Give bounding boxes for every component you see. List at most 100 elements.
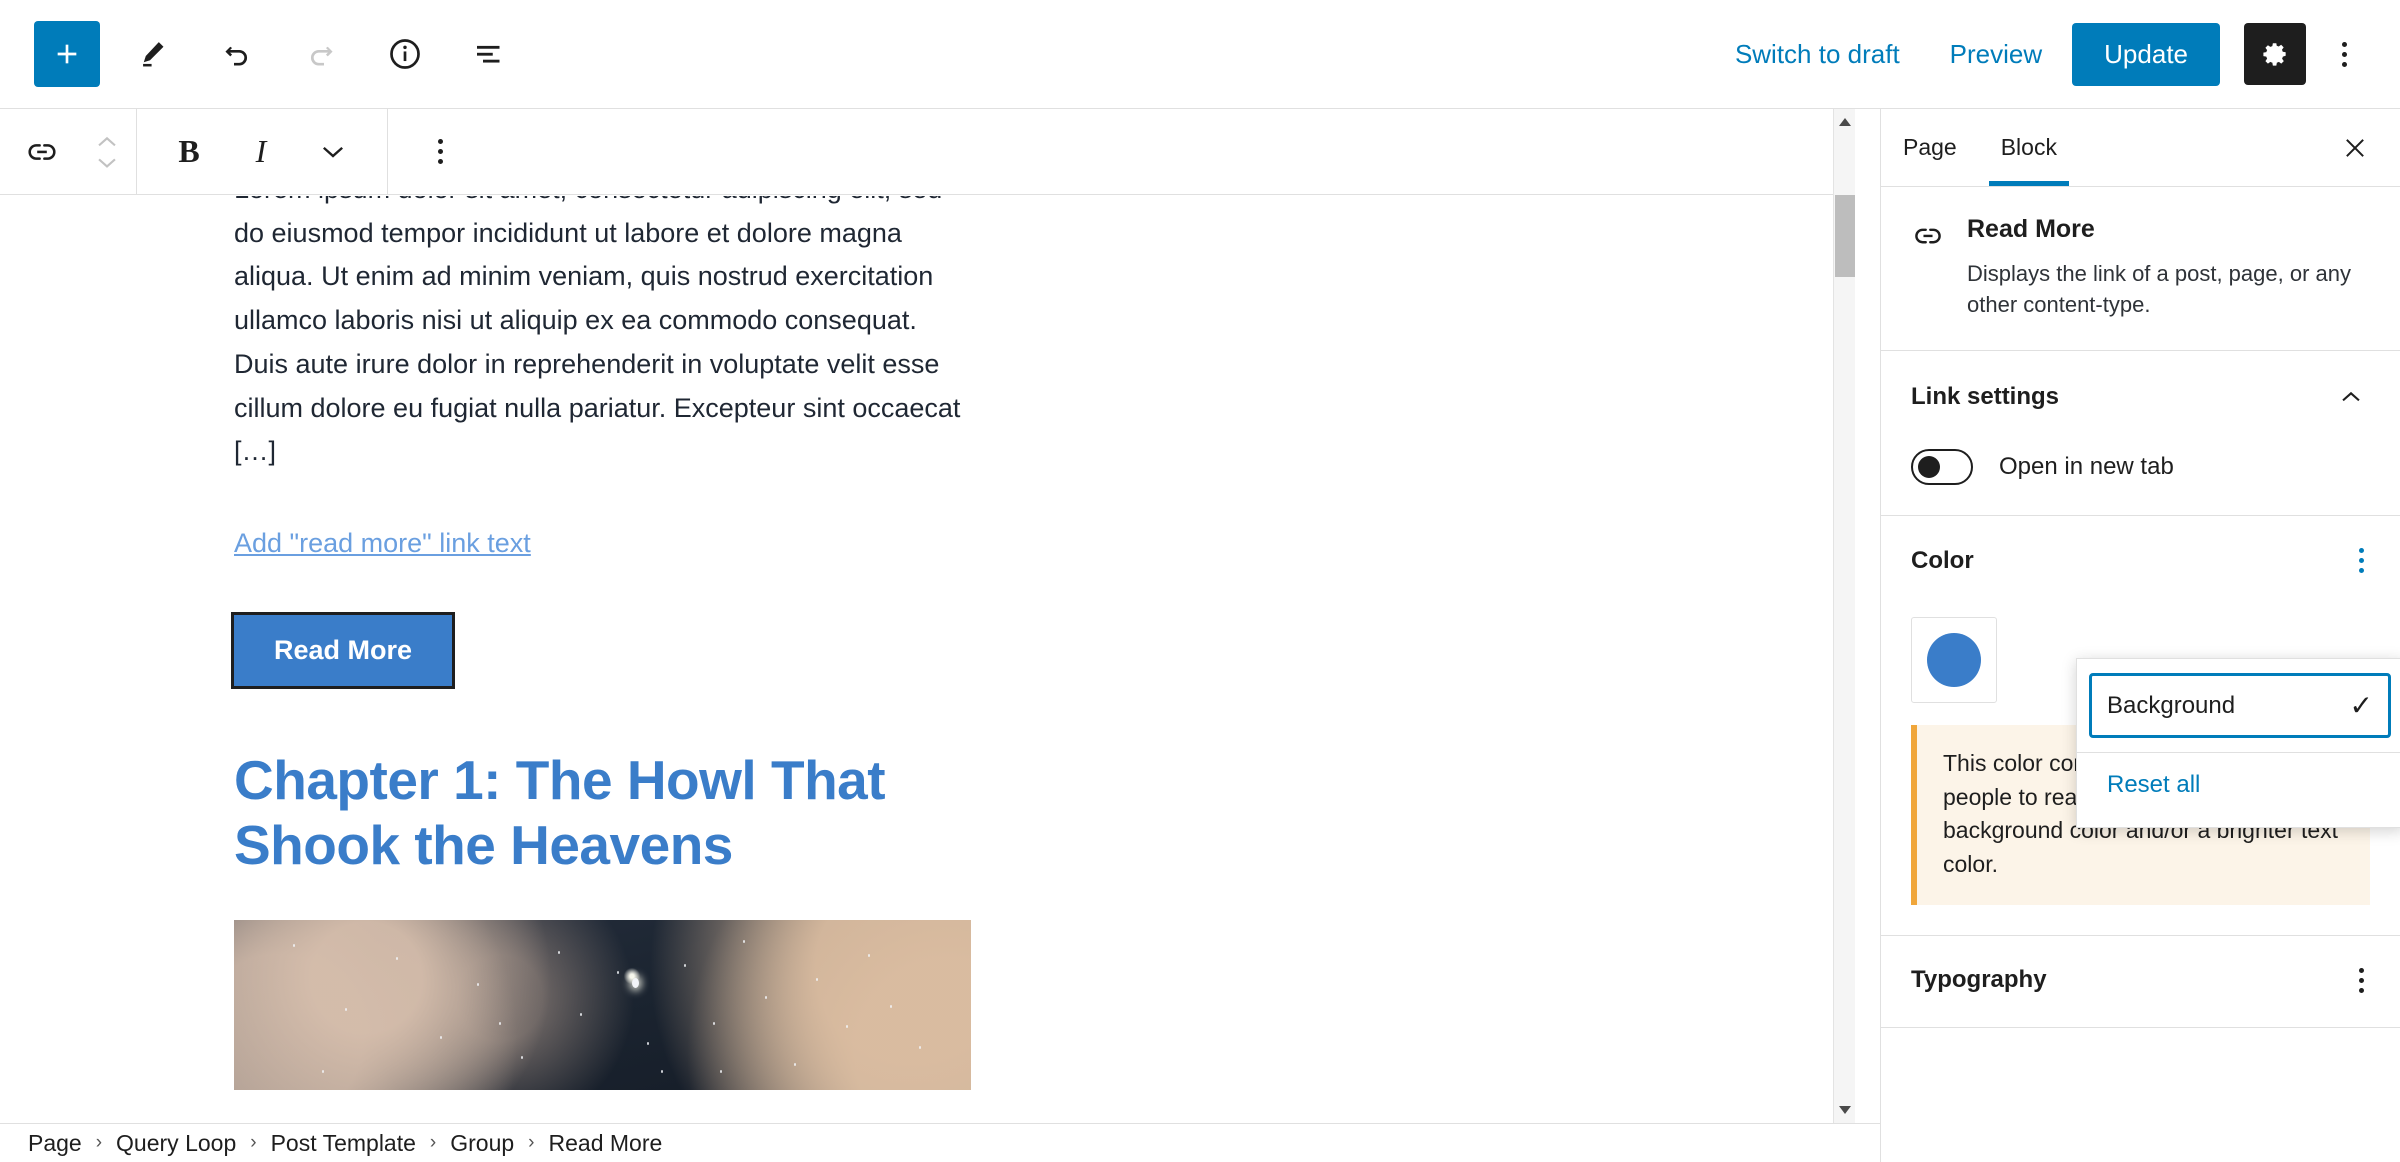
color-header: Color (1911, 544, 2370, 577)
background-color-swatch (1927, 633, 1981, 688)
list-view-button[interactable] (458, 23, 520, 85)
open-in-new-tab-row: Open in new tab (1911, 449, 2370, 486)
color-title: Color (1911, 546, 1974, 574)
breadcrumb-item-query-loop[interactable]: Query Loop (116, 1130, 236, 1157)
block-type-button[interactable] (6, 116, 78, 188)
more-options-icon (2341, 41, 2347, 67)
more-options-button[interactable] (2316, 23, 2372, 85)
info-icon (390, 39, 420, 69)
block-card-description: Displays the link of a post, page, or an… (1967, 261, 2351, 318)
canvas-content: Lorem ipsum dolor sit amet, consectetur … (0, 196, 1845, 1090)
popover-item-background[interactable]: Background ✓ (2089, 673, 2391, 738)
typography-header: Typography (1911, 964, 2370, 997)
close-icon (2346, 139, 2364, 157)
scroll-up-button[interactable] (1834, 111, 1856, 133)
sidebar-tabs: Page Block (1881, 109, 2400, 187)
link-settings-collapse-button[interactable] (2332, 379, 2370, 415)
reset-all-button[interactable]: Reset all (2077, 759, 2400, 811)
breadcrumb-separator: › (528, 1132, 535, 1153)
block-card-icon-wrap (1911, 215, 1945, 320)
scroll-down-button[interactable] (1834, 1099, 1856, 1121)
popover-divider (2077, 752, 2400, 753)
more-options-icon (437, 139, 443, 164)
tab-page[interactable]: Page (1881, 109, 1979, 186)
typography-title: Typography (1911, 966, 2047, 994)
pencil-icon (143, 42, 164, 67)
stars-overlay (234, 920, 971, 1090)
editor-header: Switch to draft Preview Update (0, 0, 2400, 109)
chevron-down-icon (323, 146, 343, 158)
block-card-title: Read More (1967, 215, 2095, 243)
open-in-new-tab-label: Open in new tab (1999, 453, 2174, 481)
link-settings-section: Link settings Open in new tab (1881, 351, 2400, 517)
close-sidebar-button[interactable] (2324, 109, 2386, 187)
color-options-button[interactable] (2353, 544, 2370, 577)
breadcrumb-item-read-more[interactable]: Read More (549, 1130, 663, 1157)
breadcrumb-item-group[interactable]: Group (450, 1130, 514, 1157)
check-icon: ✓ (2349, 690, 2373, 721)
plus-icon (57, 44, 77, 64)
breadcrumb-item-page[interactable]: Page (28, 1130, 82, 1157)
more-options-icon (2359, 967, 2364, 993)
block-options-button[interactable] (404, 116, 476, 188)
breadcrumb-separator: › (95, 1132, 103, 1153)
link-settings-header[interactable]: Link settings (1911, 379, 2370, 415)
toolbar-divider-2 (387, 108, 388, 195)
typography-section: Typography (1881, 936, 2400, 1028)
read-more-link-text-placeholder[interactable]: Add "read more" link text (234, 528, 531, 559)
background-color-swatch-button[interactable] (1911, 617, 1997, 704)
toggle-knob (1918, 456, 1940, 479)
block-card-text: Read More Displays the link of a post, p… (1967, 215, 2370, 320)
more-options-icon (2359, 548, 2364, 574)
gear-icon (2263, 43, 2286, 66)
breadcrumb-separator: › (250, 1132, 257, 1153)
breadcrumb-separator: › (429, 1132, 437, 1153)
popover-item-background-label: Background (2107, 691, 2236, 719)
more-formatting-button[interactable] (297, 116, 369, 188)
block-type-group (0, 109, 136, 195)
undo-icon (225, 46, 248, 66)
tools-button[interactable] (122, 23, 184, 85)
canvas-scrollbar[interactable] (1833, 109, 1855, 1123)
link-icon (1915, 228, 1941, 244)
undo-button[interactable] (206, 23, 268, 85)
chapter-heading: Chapter 1: The Howl That Shook the Heave… (234, 749, 886, 877)
open-in-new-tab-toggle[interactable] (1911, 449, 1973, 486)
bold-label: B (178, 133, 200, 169)
block-toolbar: B I (0, 108, 1855, 195)
settings-button[interactable] (2244, 23, 2306, 85)
color-options-popover: Background ✓ Reset all (2076, 658, 2400, 828)
night-sky-image (234, 919, 971, 1090)
italic-label: I (255, 133, 267, 169)
read-more-block-button[interactable]: Read More (230, 612, 456, 690)
post-excerpt-text: Lorem ipsum dolor sit amet, consectetur … (234, 196, 961, 467)
update-button[interactable]: Update (2072, 22, 2220, 86)
settings-sidebar: Page Block Read More Displays the link o… (1880, 109, 2400, 1162)
tab-block[interactable]: Block (1979, 109, 2079, 186)
details-button[interactable] (374, 23, 436, 85)
chevron-up-icon (2342, 392, 2360, 402)
block-info-section: Read More Displays the link of a post, p… (1881, 187, 2400, 352)
switch-to-draft-button[interactable]: Switch to draft (1715, 25, 1920, 84)
bold-button[interactable]: B (153, 116, 225, 188)
breadcrumb: Page › Query Loop › Post Template › Grou… (0, 1123, 1880, 1162)
header-right-actions: Switch to draft Preview Update (1715, 22, 2400, 86)
scroll-down-arrow-icon (1839, 1106, 1851, 1114)
scroll-up-arrow-icon (1839, 118, 1851, 126)
link-settings-title: Link settings (1911, 383, 2060, 411)
italic-button[interactable]: I (225, 116, 297, 188)
chevron-up-icon (98, 136, 116, 146)
preview-button[interactable]: Preview (1930, 25, 2062, 84)
editor-canvas[interactable]: Lorem ipsum dolor sit amet, consectetur … (0, 196, 1845, 1123)
typography-options-button[interactable] (2353, 964, 2370, 997)
redo-icon (310, 46, 333, 66)
header-left-tools (0, 21, 520, 87)
breadcrumb-item-post-template[interactable]: Post Template (271, 1130, 416, 1157)
block-card: Read More Displays the link of a post, p… (1911, 215, 2370, 320)
formatting-group: B I (137, 109, 369, 195)
list-view-icon (477, 45, 500, 63)
redo-button[interactable] (290, 23, 352, 85)
add-block-button[interactable] (34, 21, 100, 87)
move-block-buttons[interactable] (78, 114, 136, 190)
scrollbar-thumb[interactable] (1835, 195, 1855, 277)
